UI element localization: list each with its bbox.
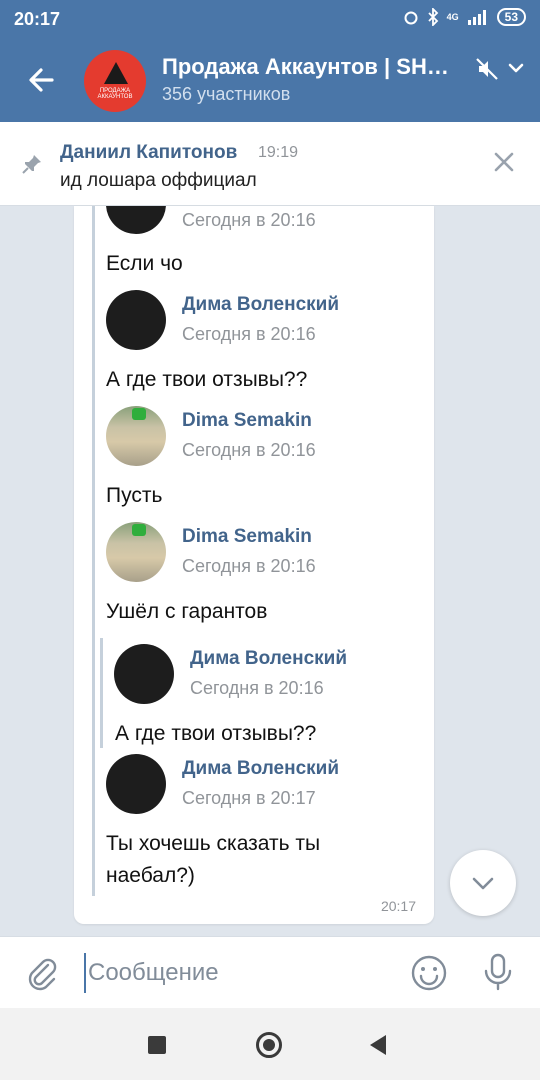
- message-text: Если чо: [106, 252, 183, 275]
- avatar[interactable]: [106, 290, 166, 350]
- avatar-logo-shape: [104, 62, 128, 84]
- recent-apps-icon[interactable]: [148, 1036, 166, 1054]
- system-navigation-bar: [0, 1008, 540, 1080]
- message-text: Ты хочешь сказать ты наебал?): [106, 832, 321, 887]
- composer-bar: [0, 936, 540, 1008]
- avatar[interactable]: [106, 754, 166, 814]
- mute-icon[interactable]: [474, 56, 500, 82]
- avatar[interactable]: [106, 522, 166, 582]
- chevron-down-icon: [472, 877, 494, 890]
- pinned-message[interactable]: Даниил Капитонов 19:19 ид лошара оффициа…: [0, 122, 540, 206]
- network-type: 4G: [446, 12, 459, 22]
- paperclip-icon[interactable]: [24, 955, 60, 991]
- chat-avatar[interactable]: ПРОДАЖА АККАУНТОВ: [84, 50, 146, 112]
- chat-header: ПРОДАЖА АККАУНТОВ Продажа Аккаунтов | SH…: [0, 38, 540, 122]
- avatar[interactable]: [106, 406, 166, 466]
- emoji-icon[interactable]: [410, 954, 448, 992]
- author-name[interactable]: Dima Semakin: [182, 410, 312, 432]
- message-time: Сегодня в 20:17: [182, 788, 316, 808]
- close-icon[interactable]: [490, 148, 518, 176]
- message-text: Пусть: [106, 484, 163, 507]
- bluetooth-icon: [427, 8, 438, 26]
- battery-indicator: 53: [496, 8, 526, 26]
- message-input[interactable]: [84, 953, 384, 993]
- pinned-author: Даниил Капитонов: [60, 142, 238, 163]
- pin-icon: [22, 155, 41, 174]
- message-text: А где твои отзывы??: [115, 722, 317, 745]
- quote-bar: [92, 206, 95, 896]
- back-arrow-icon[interactable]: [22, 60, 62, 100]
- author-name[interactable]: Dima Semakin: [182, 526, 312, 548]
- back-icon[interactable]: [370, 1035, 386, 1055]
- status-bar: 20:17 4G 53: [0, 0, 540, 38]
- message-time: Сегодня в 20:16: [182, 210, 316, 230]
- message-text: А где твои отзывы??: [106, 368, 308, 391]
- signal-icon: [467, 10, 486, 25]
- message-bubble[interactable]: Сегодня в 20:16 Если чо Дима Воленский С…: [74, 206, 434, 924]
- pinned-text: ид лошара оффициал: [60, 170, 257, 191]
- microphone-icon[interactable]: [480, 952, 516, 992]
- chat-title[interactable]: Продажа Аккаунтов | SH…: [162, 54, 462, 80]
- avatar-caption: ПРОДАЖА АККАУНТОВ: [97, 88, 133, 100]
- avatar[interactable]: [106, 206, 166, 234]
- message-time: Сегодня в 20:16: [190, 678, 324, 698]
- message-time: Сегодня в 20:16: [182, 556, 316, 576]
- scroll-down-button[interactable]: [450, 850, 516, 916]
- message-text: Ушёл с гарантов: [106, 600, 268, 623]
- author-name[interactable]: Дима Воленский: [190, 648, 347, 670]
- author-name[interactable]: Дима Воленский: [182, 294, 339, 316]
- pinned-time: 19:19: [258, 144, 299, 161]
- status-icons: 4G 53: [403, 8, 526, 26]
- chevron-down-icon[interactable]: [506, 58, 526, 78]
- avatar[interactable]: [114, 644, 174, 704]
- author-name[interactable]: Дима Воленский: [182, 758, 339, 780]
- message-sent-time: 20:17: [380, 898, 416, 914]
- chat-member-count[interactable]: 356 участников: [162, 84, 290, 105]
- alarm-icon: [404, 11, 418, 25]
- quote-bar-nested: [100, 638, 103, 748]
- status-time: 20:17: [14, 9, 61, 29]
- message-time: Сегодня в 20:16: [182, 324, 316, 344]
- home-icon[interactable]: [256, 1032, 282, 1058]
- message-time: Сегодня в 20:16: [182, 440, 316, 460]
